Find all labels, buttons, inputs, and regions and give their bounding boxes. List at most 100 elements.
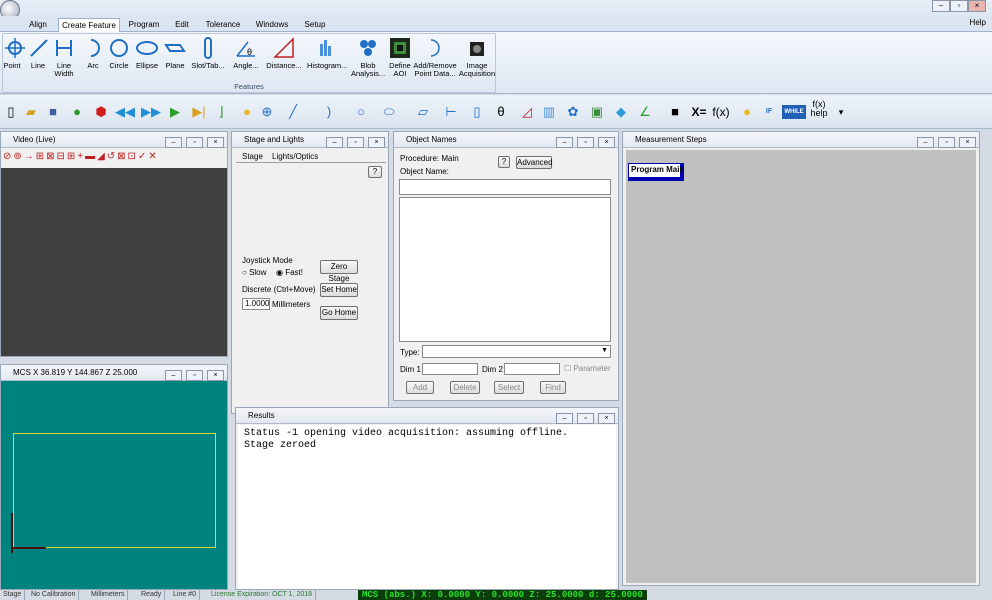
delete-button[interactable]: Delete <box>450 381 480 394</box>
point-button[interactable]: Point <box>3 36 25 70</box>
advanced-button[interactable]: Advanced <box>516 156 553 169</box>
add-remove-point-data-button[interactable]: Add/Remove Point Data... <box>413 36 457 78</box>
distance-button[interactable]: Distance... <box>265 36 303 70</box>
part-view-canvas[interactable] <box>1 381 227 589</box>
arc-toolbar-icon[interactable]: ) <box>318 101 340 123</box>
panel-minimize-button[interactable]: – <box>165 370 182 381</box>
save-icon[interactable]: ■ <box>42 101 64 123</box>
video-toolbar[interactable]: ⊘⊚→⊞⊠⊟⊞+▬◢↺⊠⊡✓✕ <box>1 148 227 166</box>
panel-close-button[interactable]: × <box>598 413 615 424</box>
step-icon[interactable]: ▶| <box>188 101 210 123</box>
video-view[interactable] <box>1 168 227 356</box>
panel-restore-button[interactable]: ▫ <box>938 137 955 148</box>
angle-toolbar-icon[interactable]: θ <box>490 101 512 123</box>
toolbar-overflow-icon[interactable]: ▾ <box>830 101 852 123</box>
panel-close-button[interactable]: × <box>207 370 224 381</box>
panel-minimize-button[interactable]: – <box>326 137 343 148</box>
image-acquisition-button[interactable]: Image Acquisition <box>457 36 497 78</box>
axes-icon[interactable]: ∠ <box>634 101 656 123</box>
bulb-equals-icon[interactable]: ● <box>736 101 758 123</box>
rewind-icon[interactable]: ◀◀ <box>114 101 136 123</box>
circle-button[interactable]: Circle <box>107 36 131 70</box>
cube-icon[interactable]: ◆ <box>610 101 632 123</box>
angle-button[interactable]: θ Angle... <box>231 36 261 70</box>
dim1-stepper[interactable] <box>422 363 478 375</box>
crosshair-toolbar-icon[interactable]: ⊕ <box>256 101 278 123</box>
slot-tab-button[interactable]: Slot/Tab... <box>189 36 227 70</box>
panel-minimize-button[interactable]: – <box>917 137 934 148</box>
tab-edit[interactable]: Edit <box>168 18 196 32</box>
zero-stage-button[interactable]: Zero Stage <box>320 260 358 283</box>
open-folder-icon[interactable]: ▰ <box>20 101 42 123</box>
panel-restore-button[interactable]: ▫ <box>577 413 594 424</box>
line-width-toolbar-icon[interactable]: ⊢ <box>440 101 462 123</box>
results-log[interactable]: Status -1 opening video acquisition: ass… <box>238 425 616 589</box>
check-icon[interactable]: ● <box>66 101 88 123</box>
ellipse-toolbar-icon[interactable]: ⬭ <box>378 101 400 123</box>
object-help-button[interactable]: ? <box>498 156 510 168</box>
panel-close-button[interactable]: × <box>598 137 615 148</box>
find-button[interactable]: Find <box>540 381 566 394</box>
tab-setup[interactable]: Setup <box>298 18 332 32</box>
line-button[interactable]: Line <box>27 36 49 70</box>
discrete-step-input[interactable]: 1.0000 <box>242 298 270 310</box>
close-window-button[interactable]: × <box>968 0 986 12</box>
line-width-button[interactable]: Line Width <box>51 36 77 78</box>
distance-toolbar-icon[interactable]: ◿ <box>516 101 538 123</box>
aoi-toolbar-icon[interactable]: ▣ <box>586 101 608 123</box>
tab-stage[interactable]: Stage <box>242 152 263 161</box>
set-home-button[interactable]: Set Home <box>320 283 358 297</box>
panel-minimize-button[interactable]: – <box>165 137 182 148</box>
play-icon[interactable]: ▶ <box>164 101 186 123</box>
blob-toolbar-icon[interactable]: ✿ <box>562 101 584 123</box>
tab-lights-optics[interactable]: Lights/Optics <box>272 152 318 161</box>
define-aoi-button[interactable]: Define AOI <box>387 36 413 78</box>
histogram-button[interactable]: Histogram... <box>307 36 347 70</box>
type-select[interactable]: ▼ <box>422 345 611 358</box>
camera-toolbar-icon[interactable]: ■ <box>664 101 686 123</box>
object-name-input[interactable] <box>399 179 611 195</box>
panel-restore-button[interactable]: ▫ <box>186 137 203 148</box>
minimize-button[interactable]: – <box>932 0 950 12</box>
panel-restore-button[interactable]: ▫ <box>577 137 594 148</box>
program-main-node[interactable]: Program Main <box>628 163 684 181</box>
line-toolbar-icon[interactable]: ╱ <box>282 101 304 123</box>
panel-close-button[interactable]: × <box>207 137 224 148</box>
panel-close-button[interactable]: × <box>368 137 385 148</box>
slow-radio[interactable]: ○ Slow <box>242 268 266 277</box>
panel-restore-button[interactable]: ▫ <box>186 370 203 381</box>
if-button[interactable]: IF <box>758 101 780 123</box>
tab-windows[interactable]: Windows <box>250 18 294 32</box>
circle-toolbar-icon[interactable]: ○ <box>350 101 372 123</box>
help-link[interactable]: Help <box>970 18 986 27</box>
ellipse-button[interactable]: Ellipse <box>133 36 161 70</box>
fast-radio[interactable]: ◉ Fast! <box>276 268 303 277</box>
stage-help-button[interactable]: ? <box>368 166 382 178</box>
select-button[interactable]: Select <box>494 381 524 394</box>
while-button[interactable]: WHILE <box>782 105 806 119</box>
restore-button[interactable]: ▫ <box>950 0 968 12</box>
tab-create-feature[interactable]: Create Feature <box>58 18 120 32</box>
fx-button[interactable]: f(x) <box>710 101 732 123</box>
fast-forward-icon[interactable]: ▶▶ <box>140 101 162 123</box>
steps-canvas[interactable]: Program Main <box>626 150 976 583</box>
tab-align[interactable]: Align <box>20 18 56 32</box>
parameter-checkbox[interactable]: ☐ Parameter <box>564 364 611 373</box>
tab-program[interactable]: Program <box>124 18 164 32</box>
dim2-stepper[interactable] <box>504 363 560 375</box>
step-to-end-icon[interactable]: ⌋ <box>210 101 232 123</box>
object-list[interactable] <box>399 197 611 342</box>
new-file-icon[interactable]: ▯ <box>0 101 22 123</box>
add-button[interactable]: Add <box>406 381 434 394</box>
panel-minimize-button[interactable]: – <box>556 137 573 148</box>
go-home-button[interactable]: Go Home <box>320 306 358 320</box>
plane-button[interactable]: Plane <box>163 36 187 70</box>
stop-icon[interactable]: ⬢ <box>90 101 112 123</box>
plane-toolbar-icon[interactable]: ▱ <box>412 101 434 123</box>
panel-restore-button[interactable]: ▫ <box>347 137 364 148</box>
fx-help-button[interactable]: f(x) help <box>808 100 830 122</box>
x-equals-button[interactable]: X= <box>688 101 710 123</box>
panel-close-button[interactable]: × <box>959 137 976 148</box>
tab-tolerance[interactable]: Tolerance <box>200 18 246 32</box>
bulb-icon[interactable]: ● <box>236 101 258 123</box>
